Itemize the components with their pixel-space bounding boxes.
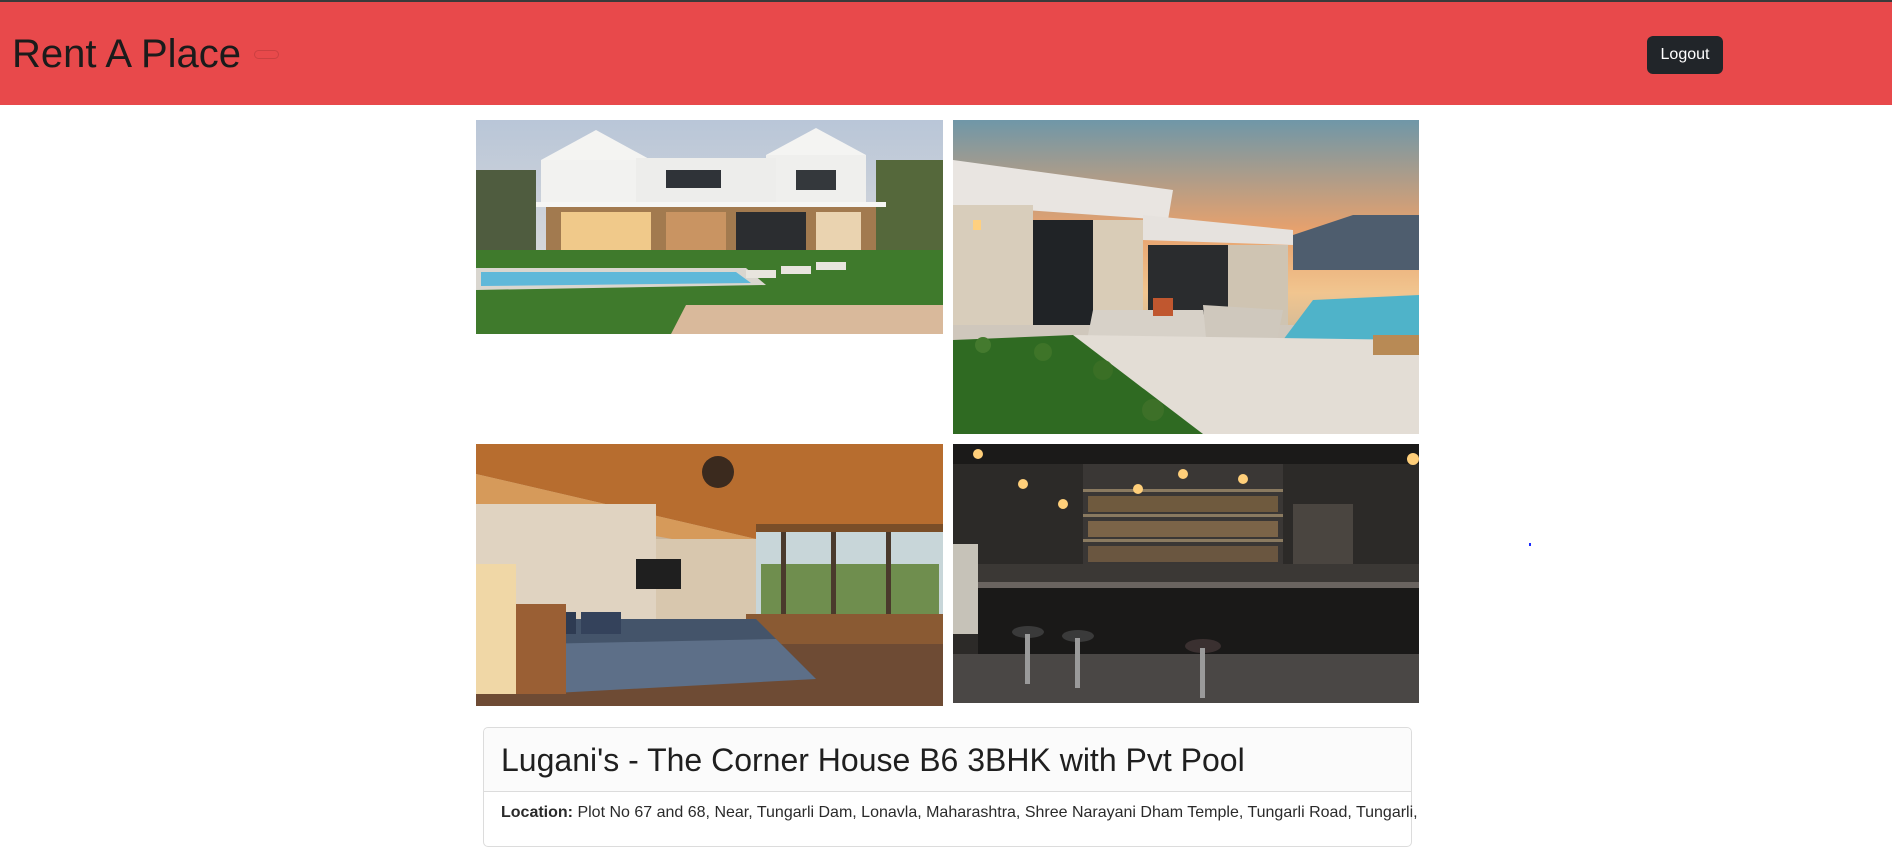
property-card: Lugani's - The Corner House B6 3BHK with… [483,727,1418,847]
property-title: Lugani's - The Corner House B6 3BHK with… [501,742,1245,778]
photo-bedroom [476,444,943,706]
brand-title[interactable]: Rent A Place [12,29,241,79]
property-card-header: Lugani's - The Corner House B6 3BHK with… [484,728,1411,792]
photo-bar [953,444,1419,703]
navbar: Rent A Place Logout [0,2,1892,105]
photo-exterior-with-pool [476,120,943,334]
navbar-toggler[interactable] [254,50,279,59]
location-label: Location: [501,804,573,821]
logout-button[interactable]: Logout [1647,36,1723,74]
stray-pixel [1529,543,1531,546]
photo-patio-sunset [953,120,1419,434]
property-location: Location: Plot No 67 and 68, Near, Tunga… [501,804,1418,822]
location-value: Plot No 67 and 68, Near, Tungarli Dam, L… [577,804,1418,821]
